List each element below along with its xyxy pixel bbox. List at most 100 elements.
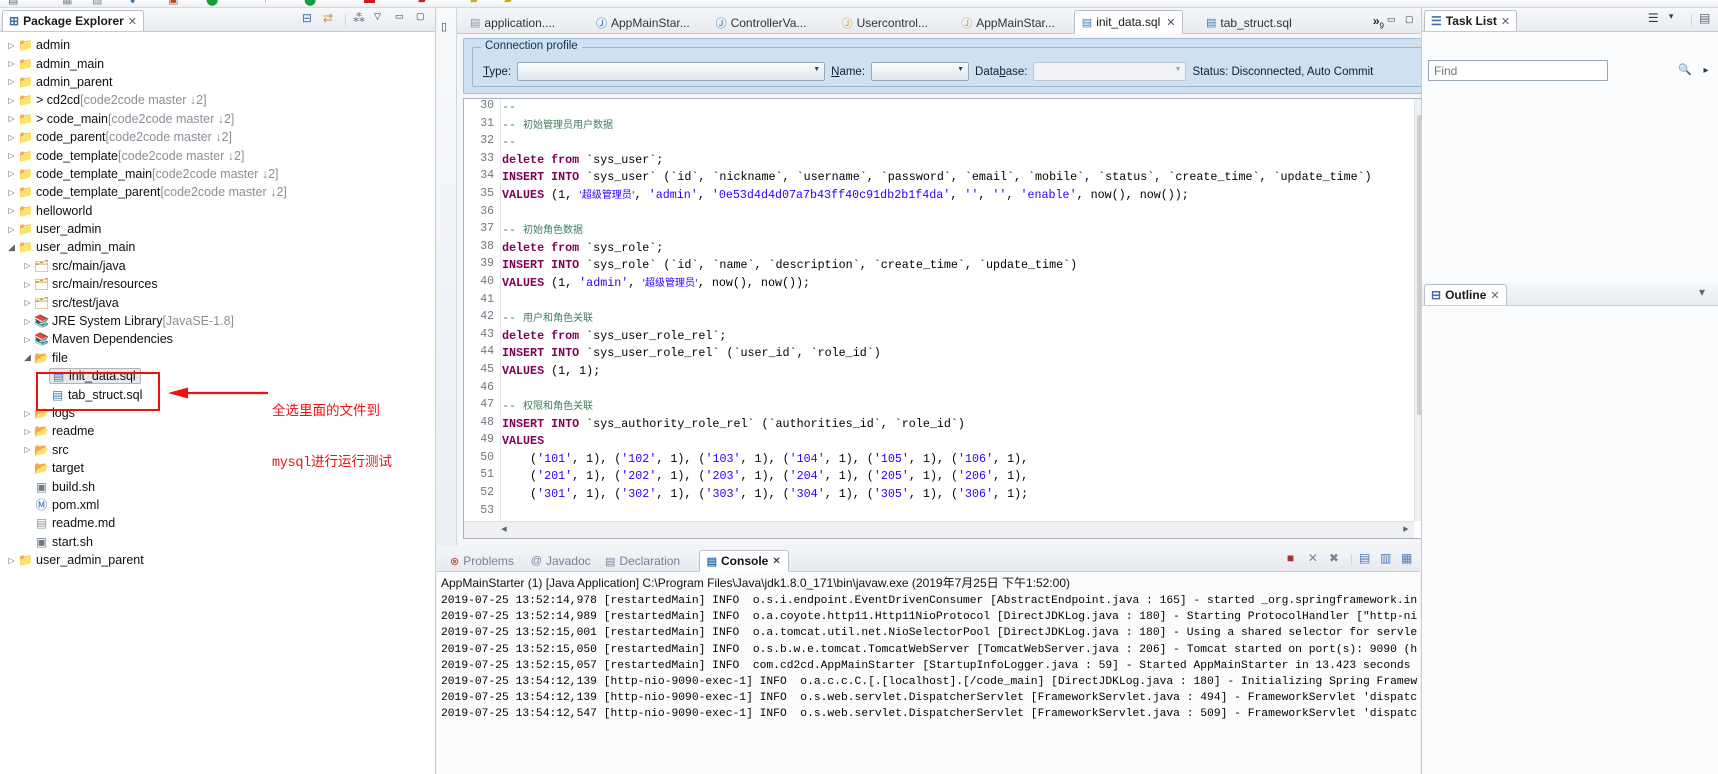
expand-arrow-icon[interactable] [6, 556, 17, 565]
tree-node[interactable]: 🗂 src/main/java [33, 259, 126, 273]
search-icon[interactable]: ▰ [418, 0, 426, 6]
view-menu-icon[interactable]: ▾ [1699, 285, 1714, 300]
collapse-all-icon[interactable]: ⊟ [302, 11, 317, 26]
code-line[interactable]: -- [502, 134, 1414, 152]
tab-outline[interactable]: ⊟ Outline ✕ [1424, 284, 1507, 305]
tree-node[interactable]: ▤ tab_struct.sql [49, 388, 143, 402]
tree-node[interactable]: 📁 helloworld [17, 204, 92, 218]
tree-item-code_template_main[interactable]: 📁code_template_main [code2code master ↓2… [0, 165, 435, 183]
close-icon[interactable]: ✕ [128, 15, 137, 28]
tree-node[interactable]: 📁 admin [17, 38, 70, 52]
stop-icon[interactable]: ▬ [364, 0, 375, 6]
tree-item-admin_main[interactable]: 📁admin_main [0, 54, 435, 72]
expand-arrow-icon[interactable] [6, 77, 17, 86]
tree-node[interactable]: Ⓜpom.xml [33, 498, 99, 512]
tree-node[interactable]: ▣ start.sh [33, 535, 93, 549]
tree-item-maven-dependencies[interactable]: 📚Maven Dependencies [0, 330, 435, 348]
perspective-icon[interactable]: ▰ [504, 0, 512, 6]
code-line[interactable]: delete from `sys_user`; [502, 152, 1414, 170]
code-line[interactable]: INSERT INTO `sys_user` (`id`, `nickname`… [502, 169, 1414, 187]
minimize-icon[interactable]: ▭ [1387, 14, 1398, 25]
expand-arrow-icon[interactable] [6, 225, 17, 234]
console-tab-console[interactable]: ▤ Console ✕ [698, 550, 789, 572]
tree-item-admin_parent[interactable]: 📁admin_parent [0, 73, 435, 91]
tree-node[interactable]: 📂 file [33, 351, 68, 365]
database-combo[interactable] [1033, 62, 1187, 81]
main-toolbar[interactable]: ▤ ▦ ▨ ⬇ ▣ ⬤ ⑂ ⬤ ▬ ▰ ▰ ▰ [0, 0, 1718, 8]
tree-node[interactable]: 📁 code_template_parent [code2code master … [17, 185, 287, 199]
editor-tab-usercontrol...[interactable]: Ⓙ Usercontrol... [835, 11, 935, 34]
code-line[interactable]: -- 初始管理员用户数据 [502, 117, 1414, 135]
code-line[interactable]: INSERT INTO `sys_authority_role_rel` (`a… [502, 416, 1414, 434]
tree-node[interactable]: 📁 code_template_main [code2code master ↓2… [17, 167, 279, 181]
tab-package-explorer[interactable]: ⊞ Package Explorer ✕ [2, 10, 145, 31]
console-output[interactable]: 2019-07-25 13:52:14,978 [restartedMain] … [441, 593, 1418, 774]
close-icon[interactable]: ✕ [1490, 289, 1499, 302]
expand-arrow-icon[interactable] [22, 409, 33, 418]
expand-arrow-icon[interactable] [6, 96, 17, 105]
editor-tab-controllerva...[interactable]: Ⓙ ControllerVa... [709, 11, 814, 34]
chevron-down-icon[interactable]: ▾ [1669, 11, 1684, 26]
code-line[interactable]: INSERT INTO `sys_user_role_rel` (`user_i… [502, 345, 1414, 363]
clear-console-icon[interactable]: ▤ [1359, 551, 1374, 566]
tree-item-admin[interactable]: 📁admin [0, 36, 435, 54]
view-menu-icon[interactable]: ▤ [1699, 11, 1714, 26]
save-icon[interactable]: ▦ [62, 0, 72, 6]
code-line[interactable]: -- 初始角色数据 [502, 222, 1414, 240]
scroll-left-icon[interactable]: ◀ [496, 522, 512, 538]
tree-node[interactable]: 📁 code_parent [code2code master ↓2] [17, 130, 232, 144]
editor-tab-init_data.sql[interactable]: ▤ init_data.sql ✕ [1073, 10, 1184, 34]
code-line[interactable] [502, 504, 1414, 521]
coverage-icon[interactable]: ⬤ [304, 0, 316, 6]
code-line[interactable]: ('101', 1), ('102', 1), ('103', 1), ('10… [502, 451, 1414, 469]
terminate-icon[interactable]: ■ [1287, 551, 1302, 566]
code-line[interactable] [502, 205, 1414, 223]
code-line[interactable]: -- 用户和角色关联 [502, 310, 1414, 328]
tree-node[interactable]: 📂 logs [33, 406, 75, 420]
tree-node[interactable]: ▣ build.sh [33, 480, 95, 494]
expand-arrow-icon[interactable] [22, 317, 33, 326]
remove-all-terminated-icon[interactable]: ✖ [1329, 551, 1344, 566]
tree-node[interactable]: 📁 code_template [code2code master ↓2] [17, 149, 244, 163]
tree-item-user_admin_parent[interactable]: 📁user_admin_parent [0, 551, 435, 569]
tree-item-code_template[interactable]: 📁code_template [code2code master ↓2] [0, 146, 435, 164]
tree-node[interactable]: 📚 JRE System Library [JavaSE-1.8] [33, 314, 234, 328]
new-icon[interactable]: ▤ [8, 0, 18, 6]
debug-icon[interactable]: ⬇ [128, 0, 137, 6]
tree-node[interactable]: 📂 readme [33, 424, 94, 438]
tree-node[interactable]: 🗂 src/test/java [33, 296, 119, 310]
expand-arrow-icon[interactable] [6, 59, 17, 68]
collapse-arrow-icon[interactable] [22, 352, 33, 363]
maximize-icon[interactable]: ▢ [1405, 14, 1416, 25]
code-line[interactable] [502, 293, 1414, 311]
tree-item-jre-system-library[interactable]: 📚JRE System Library [JavaSE-1.8] [0, 312, 435, 330]
code-line[interactable]: ('201', 1), ('202', 1), ('203', 1), ('20… [502, 468, 1414, 486]
expand-arrow-icon[interactable] [6, 169, 17, 178]
code-line[interactable]: delete from `sys_role`; [502, 240, 1414, 258]
expand-arrow-icon[interactable] [22, 335, 33, 344]
maximize-icon[interactable]: ▢ [416, 11, 431, 26]
tree-node[interactable]: 📁 user_admin_main [17, 240, 135, 254]
selected-tree-node[interactable]: ▤ init_data.sql [49, 368, 141, 385]
tree-item--code_main[interactable]: 📁> code_main [code2code master ↓2] [0, 110, 435, 128]
new-task-icon[interactable]: ☰ [1648, 11, 1663, 26]
tree-node[interactable]: 📚 Maven Dependencies [33, 332, 173, 346]
tree-node[interactable]: ▤ readme.md [33, 516, 115, 530]
editor-tab-appmainstar...[interactable]: Ⓙ AppMainStar... [589, 11, 697, 34]
code-line[interactable]: -- 权限和角色关联 [502, 398, 1414, 416]
external-tools-icon[interactable]: ▣ [168, 0, 178, 6]
code-line[interactable]: VALUES (1, 'admin', '超级管理员', now(), now(… [502, 275, 1414, 293]
tab-task-list[interactable]: ☰ Task List ✕ [1424, 10, 1518, 31]
expand-arrow-icon[interactable] [6, 206, 17, 215]
tree-item-code_template_parent[interactable]: 📁code_template_parent [code2code master … [0, 183, 435, 201]
search-input[interactable] [1428, 60, 1608, 81]
tree-item-readme.md[interactable]: ▤ readme.md [0, 514, 435, 532]
expand-arrow-icon[interactable] [22, 280, 33, 289]
tree-item-start.sh[interactable]: ▣ start.sh [0, 533, 435, 551]
expand-search-icon[interactable]: ▸ [1700, 60, 1712, 81]
tree-item-src-main-resources[interactable]: 🗂src/main/resources [0, 275, 435, 293]
tree-node[interactable]: 🗂 src/main/resources [33, 277, 158, 291]
tree-node[interactable]: 📁 > cd2cd [code2code master ↓2] [17, 93, 207, 107]
remove-launch-icon[interactable]: ✕ [1308, 551, 1323, 566]
editor-tab-application....[interactable]: ▤ application.... [463, 11, 562, 34]
